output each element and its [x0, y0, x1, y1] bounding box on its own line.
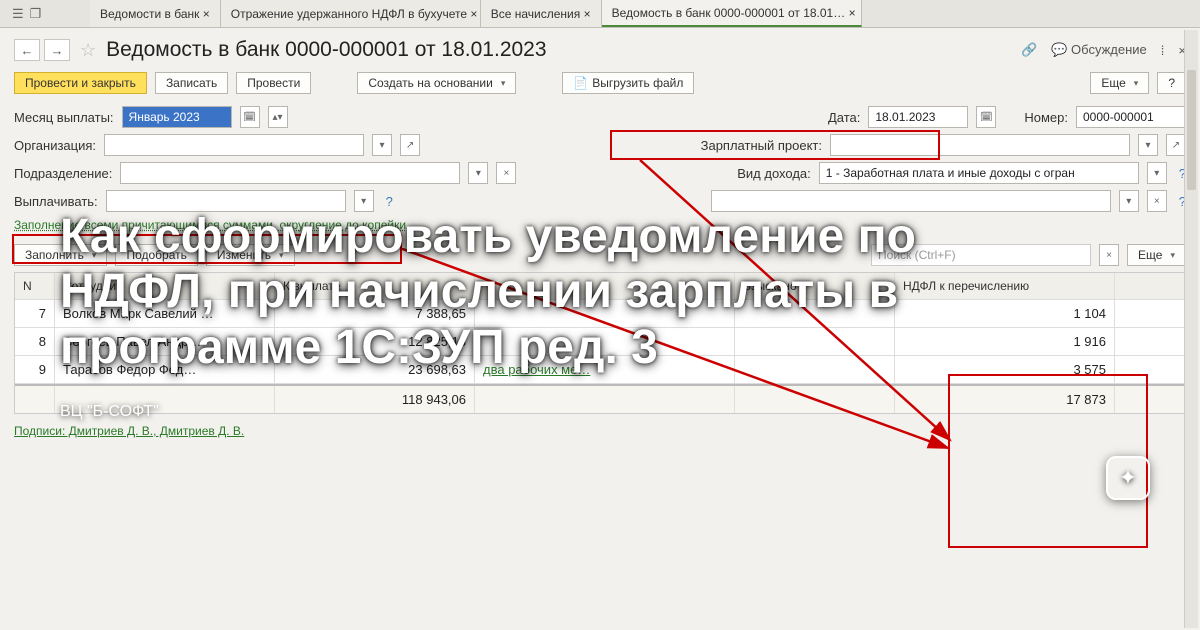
vertical-scrollbar[interactable]	[1184, 30, 1198, 628]
system-icons: ☰ ❐	[0, 0, 90, 27]
table-more-button[interactable]: Еще	[1127, 244, 1186, 266]
windows-icon[interactable]: ❐	[30, 6, 42, 22]
signatures-link[interactable]: Подписи: Дмитриев Д. В., Дмитриев Д. В.	[0, 414, 1200, 448]
save-button[interactable]: Записать	[155, 72, 228, 94]
number-field[interactable]: 0000-000001	[1076, 106, 1186, 128]
menu-icon[interactable]: ☰	[12, 6, 24, 22]
collapse-icon[interactable]: ⁞	[1161, 43, 1165, 58]
proj-dropdown-icon[interactable]: ▾	[1138, 134, 1158, 156]
more-button[interactable]: Еще	[1090, 72, 1149, 94]
date-picker-icon[interactable]: 🗓	[976, 106, 996, 128]
change-button[interactable]: Изменить	[206, 244, 295, 266]
dept-label: Подразделение:	[14, 166, 112, 181]
income-field[interactable]: 1 - Заработная плата и иные доходы с огр…	[819, 162, 1139, 184]
post-and-close-button[interactable]: Провести и закрыть	[14, 72, 147, 94]
proj-open-icon[interactable]: ↗	[1166, 134, 1186, 156]
month-picker-icon[interactable]: 🗓	[240, 106, 260, 128]
form-area: Месяц выплаты: Январь 2023 🗓 ▴▾ Дата: 18…	[0, 102, 1200, 232]
link-icon[interactable]: 🔗	[1021, 42, 1037, 58]
col-extra[interactable]	[475, 273, 735, 299]
proj-label: Зарплатный проект:	[701, 138, 822, 153]
date-label: Дата:	[828, 110, 860, 125]
total-pay: 118 943,06	[275, 386, 475, 413]
month-label: Месяц выплаты:	[14, 110, 114, 125]
tab-2[interactable]: Отражение удержанного НДФЛ в бухучете ×	[221, 0, 481, 27]
org-open-icon[interactable]: ↗	[400, 134, 420, 156]
col-emp[interactable]: Сотрудник	[55, 273, 275, 299]
discuss-icon[interactable]: 💬 Обсуждение	[1051, 42, 1147, 58]
help-button[interactable]: ?	[1157, 72, 1186, 94]
payments-table: N Сотрудник К выплате Взыскано НДФЛ к пе…	[14, 272, 1186, 414]
pick-button[interactable]: Подобрать	[115, 244, 197, 266]
extra-link[interactable]: два рабочих ме…	[483, 362, 590, 377]
dept-clear-icon[interactable]: ×	[496, 162, 516, 184]
fill-button[interactable]: Заполнить	[14, 244, 107, 266]
table-row[interactable]: 8 Сергеев Павел Андр… 12 825,18 1 916	[15, 328, 1185, 356]
docbasis-clear-icon[interactable]: ×	[1147, 190, 1167, 212]
star-icon[interactable]: ☆	[80, 40, 96, 61]
table-footer: 118 943,06 17 873	[15, 384, 1185, 413]
number-label: Номер:	[1024, 110, 1068, 125]
dept-field[interactable]	[120, 162, 460, 184]
nav-back[interactable]: ←	[14, 39, 40, 61]
total-ndfl: 17 873	[895, 386, 1115, 413]
month-field[interactable]: Январь 2023	[122, 106, 232, 128]
main-toolbar: Провести и закрыть Записать Провести Соз…	[0, 68, 1200, 102]
tab-1[interactable]: Ведомости в банк ×	[90, 0, 221, 27]
income-label: Вид дохода:	[737, 166, 811, 181]
date-field[interactable]: 18.01.2023	[868, 106, 968, 128]
table-toolbar: Заполнить Подобрать Изменить Поиск (Ctrl…	[0, 238, 1200, 272]
scrollbar-thumb[interactable]	[1187, 70, 1196, 190]
org-label: Организация:	[14, 138, 96, 153]
org-field[interactable]	[104, 134, 364, 156]
window-tabbar: ☰ ❐ Ведомости в банк × Отражение удержан…	[0, 0, 1200, 28]
fill-hint-link[interactable]: Заполнение всеми причитающимися суммами,…	[14, 218, 406, 232]
col-pay[interactable]: К выплате	[275, 273, 475, 299]
tab-3[interactable]: Все начисления ×	[481, 0, 602, 27]
table-search-input[interactable]: Поиск (Ctrl+F)	[871, 244, 1091, 266]
payto-help-icon[interactable]: ?	[386, 194, 393, 209]
docbasis-field[interactable]	[711, 190, 1111, 212]
create-based-button[interactable]: Создать на основании	[357, 72, 516, 94]
dept-dropdown-icon[interactable]: ▾	[468, 162, 488, 184]
docbasis-dropdown-icon[interactable]: ▾	[1119, 190, 1139, 212]
nav-fwd[interactable]: →	[44, 39, 70, 61]
page-title: Ведомость в банк 0000-000001 от 18.01.20…	[106, 38, 546, 62]
payto-label: Выплачивать:	[14, 194, 98, 209]
payto-dropdown-icon[interactable]: ▾	[354, 190, 374, 212]
titlebar: ← → ☆ Ведомость в банк 0000-000001 от 18…	[0, 28, 1200, 68]
table-row[interactable]: 9 Тарасов Федор Фед… 23 698,63 два рабоч…	[15, 356, 1185, 384]
table-row[interactable]: 7 Волков Марк Савелий … 7 388,65 1 104	[15, 300, 1185, 328]
col-n[interactable]: N	[15, 273, 55, 299]
col-ndfl[interactable]: НДФЛ к перечислению	[895, 273, 1115, 299]
tab-4[interactable]: Ведомость в банк 0000-000001 от 18.01… ×	[602, 0, 862, 27]
proj-field[interactable]	[830, 134, 1130, 156]
month-step-up[interactable]: ▴▾	[268, 106, 288, 128]
overlay-logo-icon: ✦	[1106, 456, 1150, 500]
export-file-button[interactable]: 📄 Выгрузить файл	[562, 72, 694, 94]
payto-field[interactable]	[106, 190, 346, 212]
search-clear-icon[interactable]: ×	[1099, 244, 1119, 266]
income-dropdown-icon[interactable]: ▾	[1147, 162, 1167, 184]
post-button[interactable]: Провести	[236, 72, 311, 94]
table-header: N Сотрудник К выплате Взыскано НДФЛ к пе…	[15, 273, 1185, 300]
org-dropdown-icon[interactable]: ▾	[372, 134, 392, 156]
col-charged[interactable]: Взыскано	[735, 273, 895, 299]
